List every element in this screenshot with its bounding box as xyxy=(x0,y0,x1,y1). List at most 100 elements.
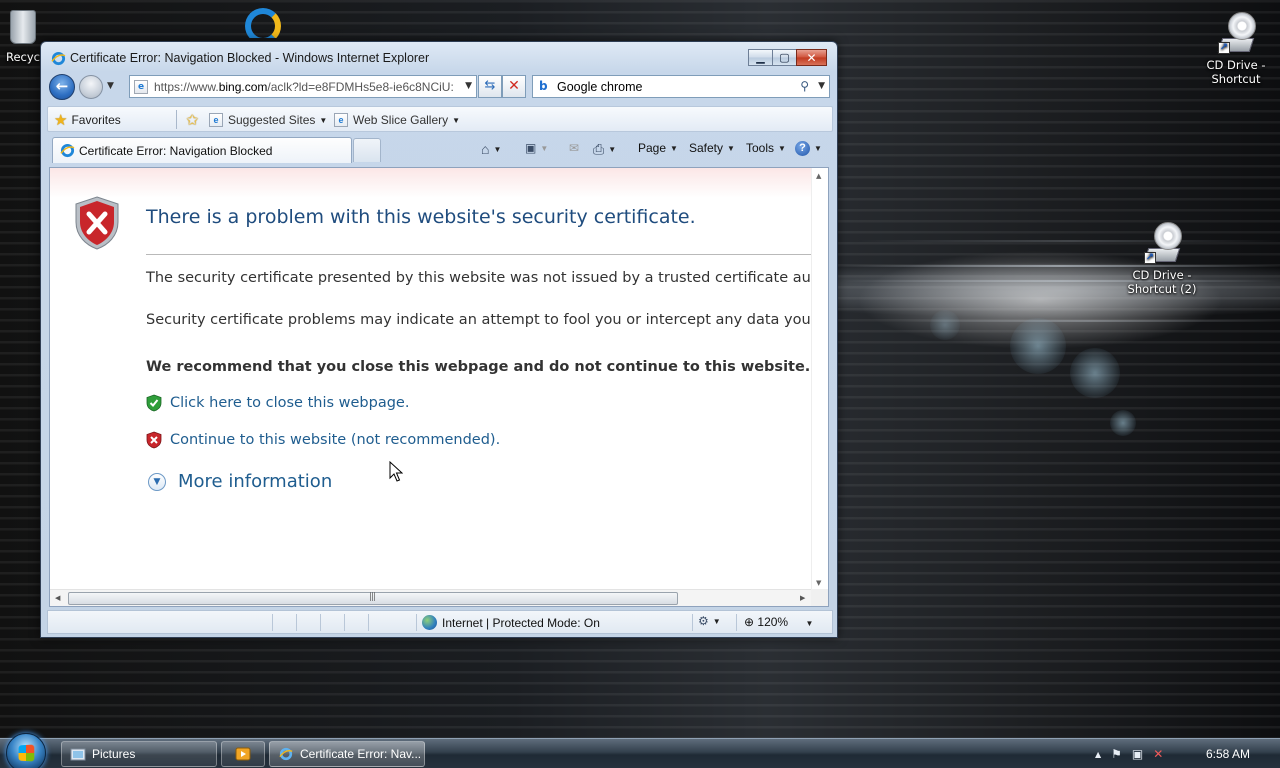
horizontal-scrollbar[interactable]: ◀ ||| ▶ xyxy=(50,589,813,606)
close-webpage-link[interactable]: Click here to close this webpage. xyxy=(170,395,409,411)
page-icon: e xyxy=(134,80,148,94)
new-tab-button[interactable] xyxy=(353,138,381,162)
taskbar-media-player-button[interactable] xyxy=(221,741,265,767)
favorites-label: Favorites xyxy=(71,113,121,127)
media-player-icon xyxy=(235,747,251,761)
window-title: Certificate Error: Navigation Blocked - … xyxy=(70,51,430,65)
address-dropdown-icon[interactable]: ▼ xyxy=(465,81,472,91)
horizontal-scroll-thumb[interactable]: ||| xyxy=(68,592,678,605)
back-button[interactable]: ← xyxy=(49,74,75,100)
search-options-dropdown[interactable]: ▼ xyxy=(818,81,825,91)
security-warning-text: Security certificate problems may indica… xyxy=(146,312,829,328)
taskbar-button-label: Certificate Error: Nav... xyxy=(300,747,422,761)
internet-explorer-icon xyxy=(279,747,293,761)
minimize-icon: ▁ xyxy=(756,51,765,64)
manage-addons-button[interactable]: ⚙ ▼ xyxy=(698,614,721,628)
status-separator xyxy=(272,614,273,631)
url-domain: bing.com xyxy=(218,80,268,94)
scroll-up-icon[interactable]: ▲ xyxy=(816,172,821,180)
safety-menu-label: Safety xyxy=(689,141,724,155)
print-button[interactable]: ⎙ ▼ xyxy=(593,141,616,158)
close-button[interactable]: ✕ xyxy=(796,49,827,66)
search-input[interactable]: Google chrome xyxy=(557,80,642,94)
continue-to-website-link[interactable]: Continue to this website (not recommende… xyxy=(170,432,500,448)
address-url[interactable]: https://www.bing.com/aclk?ld=e8FDMHs5e8-… xyxy=(154,80,454,94)
forward-button[interactable] xyxy=(79,75,103,99)
maximize-button[interactable]: ▢ xyxy=(772,49,797,66)
desktop-icon-label: Recyc xyxy=(6,50,41,64)
taskbar-ie-button[interactable]: Certificate Error: Nav... xyxy=(269,741,425,767)
recycle-bin-icon xyxy=(0,6,44,50)
help-menu[interactable]: ? ▼ xyxy=(795,141,822,156)
security-zone[interactable]: Internet | Protected Mode: On xyxy=(422,615,600,630)
taskbar-clock[interactable]: 6:58 AM xyxy=(1206,747,1250,761)
chevron-down-icon: ▼ xyxy=(608,145,617,154)
stop-icon: ✕ xyxy=(508,78,520,94)
page-menu-label: Page xyxy=(638,141,667,155)
vertical-scrollbar[interactable]: ▲ ▼ xyxy=(811,168,828,591)
internet-explorer-desktop-icon[interactable] xyxy=(238,8,288,40)
suggested-sites-button[interactable]: e Suggested Sites ▼ xyxy=(209,111,327,129)
add-to-favorites-bar-button[interactable]: ✩ xyxy=(186,111,203,129)
action-center-flag-icon[interactable]: ⚑ xyxy=(1111,747,1122,761)
divider xyxy=(146,254,814,255)
recent-pages-dropdown[interactable]: ▼ xyxy=(107,81,114,91)
cd-drive-icon: ↗ xyxy=(1214,12,1258,56)
network-icon[interactable]: ▣ xyxy=(1132,747,1143,761)
favorites-button[interactable]: ★ Favorites xyxy=(54,111,121,129)
close-icon: ✕ xyxy=(806,50,817,65)
start-button[interactable] xyxy=(6,733,46,768)
chevron-down-icon: ▼ xyxy=(493,144,502,154)
taskbar-pictures-button[interactable]: Pictures xyxy=(61,741,217,767)
chevron-down-icon: ▼ xyxy=(712,616,721,626)
close-webpage-option: Click here to close this webpage. xyxy=(146,394,409,412)
cd-drive-shortcut-2-desktop-icon[interactable]: ↗ CD Drive - Shortcut (2) xyxy=(1122,222,1202,296)
search-icon[interactable]: ⚲ xyxy=(800,79,809,93)
rss-feed-icon: ▣ xyxy=(525,141,537,155)
mouse-cursor-icon xyxy=(389,461,403,482)
url-prefix: https://www. xyxy=(154,80,219,94)
status-separator xyxy=(344,614,345,631)
tools-menu-label: Tools xyxy=(746,141,775,155)
refresh-button[interactable]: ⇆ xyxy=(478,75,502,98)
status-separator xyxy=(416,614,417,631)
status-separator xyxy=(320,614,321,631)
show-hidden-icons-button[interactable]: ▲ xyxy=(1095,750,1101,759)
gear-icon: ⚙ xyxy=(698,614,709,628)
chevron-down-icon: ▼ xyxy=(778,143,786,153)
feeds-button[interactable]: ▣ ▼ xyxy=(525,141,548,155)
status-separator xyxy=(692,614,693,631)
read-mail-button[interactable]: ✉ xyxy=(569,141,579,155)
recommendation-text: We recommend that you close this webpage… xyxy=(146,359,811,375)
cd-drive-shortcut-desktop-icon[interactable]: ↗ CD Drive - Shortcut xyxy=(1196,12,1276,86)
recycle-bin-desktop-icon[interactable]: Recyc xyxy=(0,6,44,64)
address-bar[interactable]: e https://www.bing.com/aclk?ld=e8FDMHs5e… xyxy=(129,75,477,98)
scroll-left-icon[interactable]: ◀ xyxy=(55,594,60,602)
web-slice-gallery-button[interactable]: e Web Slice Gallery ▼ xyxy=(334,111,460,129)
star-icon: ★ xyxy=(54,112,68,129)
content-header-gradient xyxy=(50,168,828,198)
scroll-down-icon[interactable]: ▼ xyxy=(816,579,821,587)
search-box[interactable]: b Google chrome ⚲ ▼ xyxy=(532,75,830,98)
tab-certificate-error[interactable]: Certificate Error: Navigation Blocked xyxy=(52,137,352,163)
minimize-button[interactable]: ▁ xyxy=(748,49,773,66)
chevron-down-icon: ▼ xyxy=(814,144,822,153)
continue-option: Continue to this website (not recommende… xyxy=(146,431,500,449)
navigation-bar: ← ▼ e https://www.bing.com/aclk?ld=e8FDM… xyxy=(41,72,837,102)
bokeh-light xyxy=(1070,348,1120,398)
title-bar[interactable]: Certificate Error: Navigation Blocked - … xyxy=(41,42,837,72)
tools-menu[interactable]: Tools ▼ xyxy=(746,141,786,155)
status-separator xyxy=(736,614,737,631)
scroll-right-icon[interactable]: ▶ xyxy=(800,594,805,602)
zoom-level-button[interactable]: ⊕ 120% ▼ xyxy=(744,615,813,629)
page-menu[interactable]: Page ▼ xyxy=(638,141,678,155)
volume-muted-icon[interactable]: ✕ xyxy=(1153,747,1163,761)
scrollbar-corner xyxy=(811,589,828,606)
safety-menu[interactable]: Safety ▼ xyxy=(689,141,735,155)
more-information-toggle[interactable]: ▼ More information xyxy=(148,471,332,492)
bokeh-light xyxy=(1110,410,1136,436)
internet-explorer-icon xyxy=(51,51,66,66)
stop-button[interactable]: ✕ xyxy=(502,75,526,98)
home-button[interactable]: ⌂ ▼ xyxy=(481,141,501,157)
globe-icon xyxy=(422,615,437,630)
